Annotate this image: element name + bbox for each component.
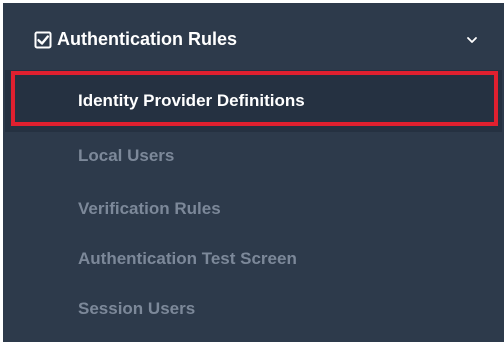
checkbox-icon [34, 31, 52, 49]
menu-item-session-users[interactable]: Session Users [78, 299, 478, 329]
sidebar-menu: Authentication Rules Identity Provider D… [3, 3, 504, 342]
menu-item-identity-provider-definitions[interactable]: Identity Provider Definitions [78, 91, 478, 121]
menu-group-authentication-rules[interactable]: Authentication Rules [3, 17, 504, 65]
menu-item-local-users[interactable]: Local Users [78, 146, 478, 176]
menu-group-title: Authentication Rules [57, 29, 238, 49]
screenshot-frame: Authentication Rules Identity Provider D… [0, 0, 504, 342]
menu-item-verification-rules[interactable]: Verification Rules [78, 199, 478, 229]
menu-item-authentication-test-screen[interactable]: Authentication Test Screen [78, 249, 478, 279]
chevron-down-icon[interactable] [464, 32, 480, 48]
